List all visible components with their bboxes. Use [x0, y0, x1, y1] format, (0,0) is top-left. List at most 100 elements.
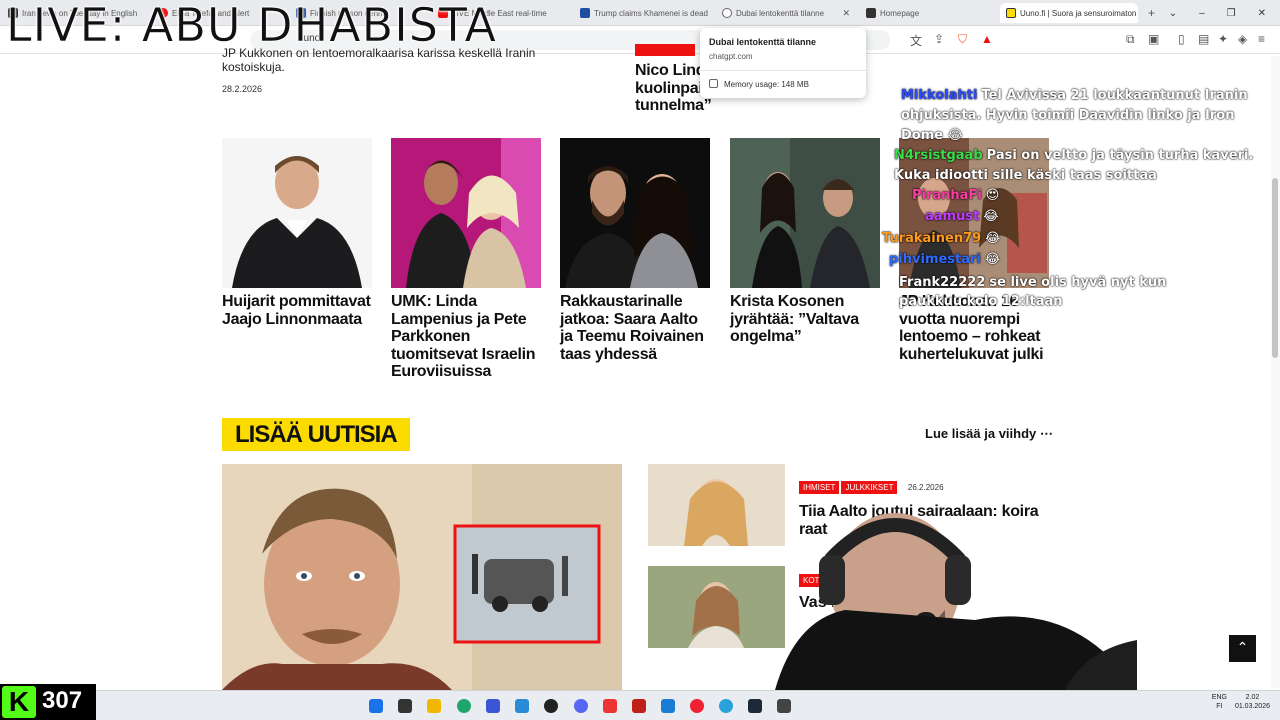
edge-icon[interactable]: [457, 699, 471, 713]
app-icon[interactable]: [690, 699, 704, 713]
chat-username: aamust: [925, 209, 980, 224]
chat-text: 😂: [984, 252, 1001, 267]
read-more-link[interactable]: Lue lisää ja viihdy ⋯: [925, 426, 1053, 442]
extensions-icon[interactable]: ⧉: [1126, 32, 1135, 47]
streamer-webcam-feed: [775, 513, 1137, 690]
portrait-photo: [648, 464, 785, 546]
chat-username: pihvimestari: [889, 252, 981, 267]
brave-shield-icon[interactable]: ⛉: [958, 32, 967, 47]
rewards-icon[interactable]: ▲: [981, 32, 993, 46]
chat-message: Frank22222 se live olis hyvä nyt kun pauk…: [899, 273, 1229, 311]
close-window-icon[interactable]: ✕: [1258, 8, 1266, 19]
news-card[interactable]: Huijarit pommittavat Jaajo Linnonmaata: [222, 138, 372, 328]
globe-icon: [722, 8, 732, 18]
card-headline[interactable]: Huijarit pommittavat Jaajo Linnonmaata: [222, 293, 372, 328]
new-tab-button[interactable]: +: [1142, 3, 1162, 23]
terminal-icon[interactable]: [777, 699, 791, 713]
close-tab-icon[interactable]: ✕: [842, 8, 850, 19]
tab-8-active[interactable]: Uuno.fi | Suora ja sensuroimaton ✕: [1000, 3, 1138, 23]
sidebar-icon[interactable]: ▯: [1178, 32, 1185, 46]
discord-icon[interactable]: [574, 699, 588, 713]
chat-text: 😍: [985, 188, 1000, 203]
hover-card-title: Dubai lentokenttä tilanne: [709, 37, 817, 47]
chat-username: Frank22222: [899, 275, 986, 290]
menu-icon[interactable]: ≡: [1258, 32, 1265, 46]
section-title: LISÄÄ UUTISIA: [222, 418, 410, 451]
news-card[interactable]: Rakkaustarinalle jatkoa: Saara Aalto ja …: [560, 138, 710, 363]
telegram-icon[interactable]: [719, 699, 733, 713]
article-image[interactable]: [560, 138, 710, 288]
hover-card-domain: chatgpt.com: [709, 52, 753, 61]
memory-icon: [709, 79, 718, 88]
clock[interactable]: 2.02 01.03.2026: [1235, 693, 1270, 711]
store-icon[interactable]: [486, 699, 500, 713]
portrait-photo: [648, 566, 785, 648]
obs-icon[interactable]: [544, 699, 558, 713]
tab-search-icon[interactable]: ⌄: [1169, 8, 1177, 19]
screenshot-icon[interactable]: ▣: [1148, 32, 1159, 46]
tab-7[interactable]: Homepage: [860, 3, 996, 23]
card-headline[interactable]: Rakkaustarinalle jatkoa: Saara Aalto ja …: [560, 293, 710, 363]
chat-text: 😂: [985, 231, 1001, 246]
window-controls: ⌄ – ❐ ✕: [1169, 0, 1280, 26]
tab-favicon-icon: [1006, 8, 1016, 18]
leo-icon[interactable]: ✦: [1218, 32, 1228, 46]
tab-5[interactable]: Trump claims Khamenei is dead: [574, 3, 710, 23]
list-article-image[interactable]: [648, 464, 785, 546]
minimize-icon[interactable]: –: [1199, 8, 1205, 19]
chat-message: Turakainen79 😂: [882, 231, 1000, 246]
chat-message: N4rsistgaab Pasi on veltto ja täysin turh…: [894, 146, 1274, 186]
article-image[interactable]: [222, 138, 372, 288]
category-badge[interactable]: IHMISET: [799, 481, 840, 494]
system-tray[interactable]: ENG FI 2.02 01.03.2026: [1212, 693, 1270, 711]
featured-article-image[interactable]: [222, 464, 622, 690]
hover-card-divider: [700, 70, 866, 71]
chat-username: Mikkolahti: [901, 88, 978, 103]
chat-username: N4rsistgaab: [894, 148, 983, 163]
webcam-overlay: [775, 500, 1137, 690]
tab-favicon-icon: [866, 8, 876, 18]
filezilla-icon[interactable]: [632, 699, 646, 713]
language-indicator[interactable]: ENG FI: [1212, 693, 1227, 711]
viewer-counter: K 307: [0, 684, 96, 720]
news-card[interactable]: Krista Kosonen jyrähtää: ”Valtava ongelm…: [730, 138, 880, 346]
couple-photo: [391, 138, 541, 288]
news-card[interactable]: UMK: Linda Lampenius ja Pete Parkkonen t…: [391, 138, 541, 381]
chat-message: pihvimestari 😂: [889, 252, 1000, 267]
start-icon[interactable]: [369, 699, 383, 713]
task-view-icon[interactable]: [398, 699, 412, 713]
card-headline[interactable]: Krista Kosonen jyrähtää: ”Valtava ongelm…: [730, 293, 880, 346]
chat-text: 😂: [983, 209, 999, 224]
file-explorer-icon[interactable]: [427, 699, 441, 713]
featured-photo: [222, 464, 622, 690]
wallet-icon[interactable]: ▤: [1198, 32, 1209, 46]
scroll-to-top-button[interactable]: ⌃: [1229, 635, 1256, 662]
chat-message: aamust 😂: [925, 209, 999, 224]
scrollbar-thumb[interactable]: [1272, 178, 1278, 358]
app-icon[interactable]: [603, 699, 617, 713]
tab-favicon-icon: [580, 8, 590, 18]
hover-card-memory: Memory usage: 148 MB: [724, 80, 809, 89]
portrait-photo: [222, 138, 372, 288]
film-still-photo: [730, 138, 880, 288]
vpn-icon[interactable]: ◈: [1238, 32, 1247, 46]
maximize-icon[interactable]: ❐: [1227, 8, 1236, 19]
list-article-image[interactable]: [648, 566, 785, 648]
app-icon[interactable]: [661, 699, 675, 713]
article-image[interactable]: [730, 138, 880, 288]
translate-icon[interactable]: 文: [910, 32, 922, 49]
article-date: 26.2.2026: [907, 483, 944, 492]
kick-logo-icon: K: [2, 686, 36, 718]
card-headline[interactable]: UMK: Linda Lampenius ja Pete Parkkonen t…: [391, 293, 541, 381]
tab-6[interactable]: Dubai lentokenttä tilanne ✕: [716, 3, 856, 23]
article-date: 28.2.2026: [222, 84, 263, 94]
chat-message: PiranhaFi 😍: [912, 188, 999, 203]
stream-title: LIVE: ABU DHABISTA: [6, 0, 497, 52]
category-badge[interactable]: JULKKIKSET: [841, 481, 898, 494]
steam-icon[interactable]: [748, 699, 762, 713]
share-icon[interactable]: ⇪: [934, 32, 944, 46]
chat-username: PiranhaFi: [912, 188, 982, 203]
app-icon[interactable]: [515, 699, 529, 713]
chat-username: Turakainen79: [882, 231, 982, 246]
article-image[interactable]: [391, 138, 541, 288]
